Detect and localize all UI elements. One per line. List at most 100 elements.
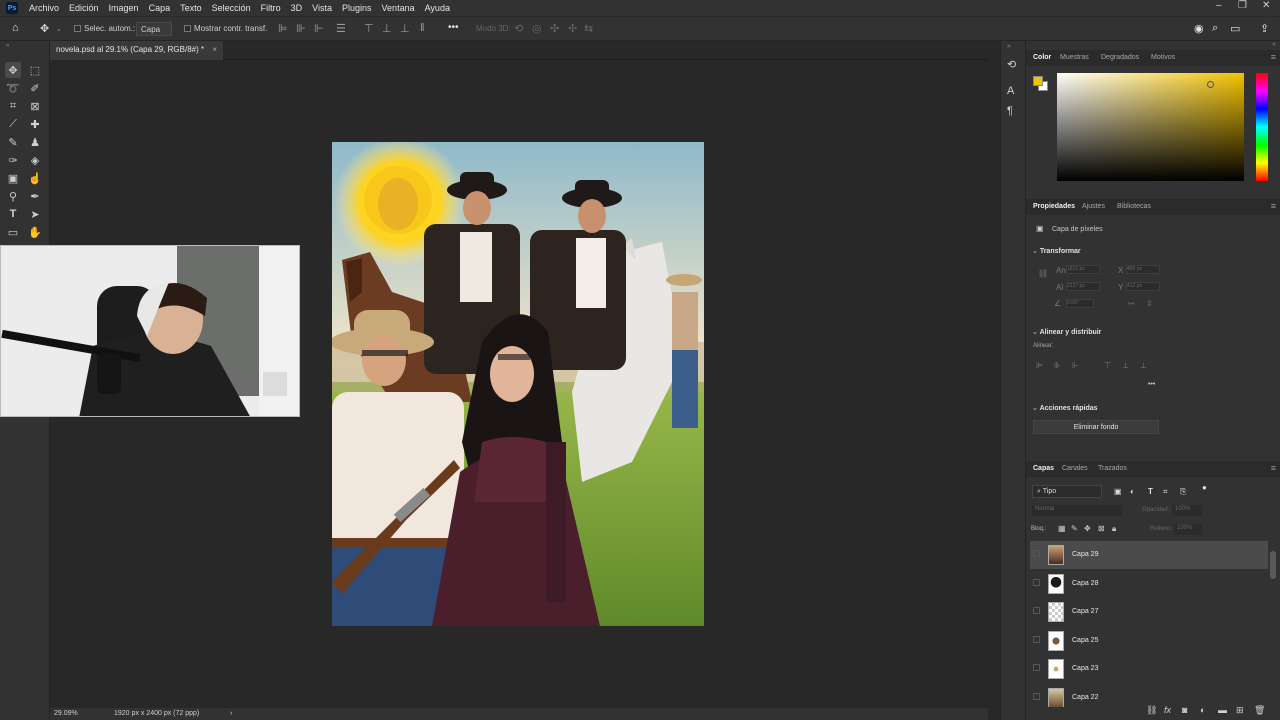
dodge-tool-icon[interactable]: ⚲ — [5, 188, 21, 204]
y-field[interactable]: 412 px — [1126, 282, 1160, 291]
filter-pixel-icon[interactable]: ▣ — [1114, 487, 1122, 496]
layer-filter-select[interactable]: ⌕ Tipo — [1032, 485, 1102, 498]
filter-toggle-icon[interactable]: ● — [1202, 483, 1207, 492]
share-icon[interactable]: ⇪ — [1260, 22, 1269, 35]
menu-filtro[interactable]: Filtro — [256, 3, 286, 13]
show-transform-checkbox[interactable] — [184, 25, 191, 32]
lasso-tool-icon[interactable]: ➰ — [5, 80, 21, 96]
layer-row[interactable]: Capa 28 — [1030, 570, 1268, 598]
roll-3d-icon[interactable]: ◎ — [532, 22, 542, 35]
tab-ajustes[interactable]: Ajustes — [1082, 203, 1105, 210]
tab-degradados[interactable]: Degradados — [1101, 54, 1139, 61]
menu-edicion[interactable]: Edición — [64, 3, 104, 13]
height-field[interactable]: 2137 px — [1066, 282, 1100, 291]
minimize-icon[interactable]: – — [1216, 0, 1222, 11]
menu-3d[interactable]: 3D — [286, 3, 308, 13]
layer-row[interactable]: Capa 25 — [1030, 627, 1268, 655]
layer-thumbnail[interactable] — [1048, 687, 1064, 707]
tab-motivos[interactable]: Motivos — [1151, 54, 1175, 61]
flip-horizontal-icon[interactable]: ⇿ — [1128, 299, 1135, 308]
trash-icon[interactable]: 🗑︎ — [1254, 705, 1265, 716]
align-right-icon[interactable]: ⊩ — [314, 22, 324, 35]
pen-tool-icon[interactable]: ✒ — [27, 188, 43, 204]
fx-icon[interactable]: fx — [1164, 705, 1171, 715]
close-window-icon[interactable]: ✕ — [1262, 0, 1270, 11]
filter-shape-icon[interactable]: ⌗ — [1163, 487, 1168, 497]
document-tab[interactable]: novela.psd al 29.1% (Capa 29, RGB/8#) * … — [50, 41, 223, 60]
zoom-level[interactable]: 29.09% — [54, 710, 78, 717]
foreground-color-swatch[interactable] — [1033, 76, 1043, 86]
menu-vista[interactable]: Vista — [307, 3, 337, 13]
crop-tool-icon[interactable]: ⌗ — [5, 98, 21, 114]
layer-visibility-toggle[interactable] — [1033, 578, 1040, 586]
layer-visibility-toggle[interactable] — [1033, 692, 1040, 700]
menu-archivo[interactable]: Archivo — [24, 3, 64, 13]
lock-all-icon[interactable]: 🔒︎ — [1112, 524, 1116, 534]
color-panel-menu-icon[interactable]: ≡ — [1271, 52, 1276, 62]
paragraph-panel-icon[interactable]: ¶ — [1007, 105, 1013, 117]
align-middle-v-icon[interactable]: ⊥ — [382, 22, 392, 35]
scale-3d-icon[interactable]: ⇆ — [584, 22, 593, 35]
character-panel-icon[interactable]: A — [1007, 85, 1014, 97]
layer-visibility-toggle[interactable] — [1033, 635, 1040, 643]
tab-muestras[interactable]: Muestras — [1060, 54, 1089, 61]
document-canvas[interactable] — [332, 142, 704, 626]
tab-capas[interactable]: Capas — [1033, 465, 1054, 472]
tab-canales[interactable]: Canales — [1062, 465, 1088, 472]
layer-thumbnail[interactable] — [1048, 602, 1064, 622]
filter-adjustment-icon[interactable]: ◐ — [1130, 487, 1135, 496]
quick-actions-section-header[interactable]: ⌄ Acciones rápidas — [1032, 404, 1098, 412]
layer-name[interactable]: Capa 27 — [1072, 608, 1098, 615]
eyedropper-tool-icon[interactable]: ⟋ — [5, 116, 21, 132]
properties-panel-menu-icon[interactable]: ≡ — [1271, 201, 1276, 211]
hue-slider[interactable] — [1256, 73, 1268, 181]
width-field[interactable]: 1822 px — [1066, 265, 1100, 274]
layers-panel-menu-icon[interactable]: ≡ — [1271, 463, 1276, 473]
discover-icon[interactable]: ◉ — [1194, 22, 1204, 35]
x-field[interactable]: 465 px — [1126, 265, 1160, 274]
blend-mode-select[interactable]: Normal — [1032, 505, 1122, 516]
remove-background-button[interactable]: Eliminar fondo — [1033, 420, 1159, 434]
group-icon[interactable]: ▬ — [1218, 705, 1227, 715]
fill-field[interactable]: 100% — [1174, 524, 1202, 535]
healing-brush-icon[interactable]: ✚ — [27, 116, 43, 132]
drag-3d-icon[interactable]: ✣ — [550, 22, 559, 35]
menu-plugins[interactable]: Plugins — [337, 3, 377, 13]
align-section-header[interactable]: ⌄ Alinear y distribuir — [1032, 328, 1101, 336]
layer-name[interactable]: Capa 25 — [1072, 637, 1098, 644]
transform-section-header[interactable]: ⌄ Transformar — [1032, 247, 1081, 255]
close-tab-icon[interactable]: × — [212, 45, 217, 54]
collapse-tools-icon[interactable]: « — [6, 43, 9, 49]
layer-visibility-toggle[interactable] — [1033, 550, 1040, 557]
layer-visibility-toggle[interactable] — [1033, 607, 1040, 614]
layer-name[interactable]: Capa 29 — [1072, 551, 1098, 558]
layer-row[interactable]: Capa 29 — [1030, 541, 1268, 569]
gradient-tool-icon[interactable]: ▣ — [5, 170, 21, 186]
path-select-tool-icon[interactable]: ➤ — [27, 206, 43, 222]
layer-thumbnail[interactable] — [1048, 659, 1064, 679]
chevron-down-icon[interactable]: ⌄ — [56, 25, 62, 33]
move-tool-icon[interactable]: ✥ — [40, 22, 49, 35]
marquee-tool-icon[interactable]: ⬚ — [27, 62, 43, 78]
align-bottom-edges-icon[interactable]: ⊥ — [1140, 361, 1147, 370]
layer-thumbnail[interactable] — [1048, 630, 1064, 651]
menu-ayuda[interactable]: Ayuda — [420, 3, 455, 13]
flip-vertical-icon[interactable]: ⇳ — [1146, 299, 1153, 308]
history-panel-icon[interactable]: ⟲ — [1007, 58, 1016, 71]
quick-select-tool-icon[interactable]: ✐ — [27, 80, 43, 96]
layer-thumbnail[interactable] — [1048, 573, 1064, 594]
align-left-icon[interactable]: ⊫ — [278, 22, 288, 35]
menu-capa[interactable]: Capa — [144, 3, 176, 13]
menu-seleccion[interactable]: Selección — [207, 3, 256, 13]
new-layer-icon[interactable]: ⊞ — [1236, 705, 1244, 716]
search-icon[interactable]: ⌕ — [1212, 22, 1218, 35]
status-menu-arrow-icon[interactable]: › — [230, 710, 232, 717]
clone-stamp-icon[interactable]: ♟ — [27, 134, 43, 150]
link-dimensions-icon[interactable]: ⛓ — [1038, 269, 1048, 278]
distribute-vertical-icon[interactable]: ‖ — [420, 22, 425, 34]
filter-smart-object-icon[interactable]: ⎘ — [1180, 487, 1186, 497]
smudge-tool-icon[interactable]: ☝ — [27, 170, 43, 186]
frame-tool-icon[interactable]: ⊠ — [27, 98, 43, 114]
align-top-icon[interactable]: ⊤ — [364, 22, 374, 35]
auto-select-target-select[interactable]: Capa — [136, 22, 172, 36]
